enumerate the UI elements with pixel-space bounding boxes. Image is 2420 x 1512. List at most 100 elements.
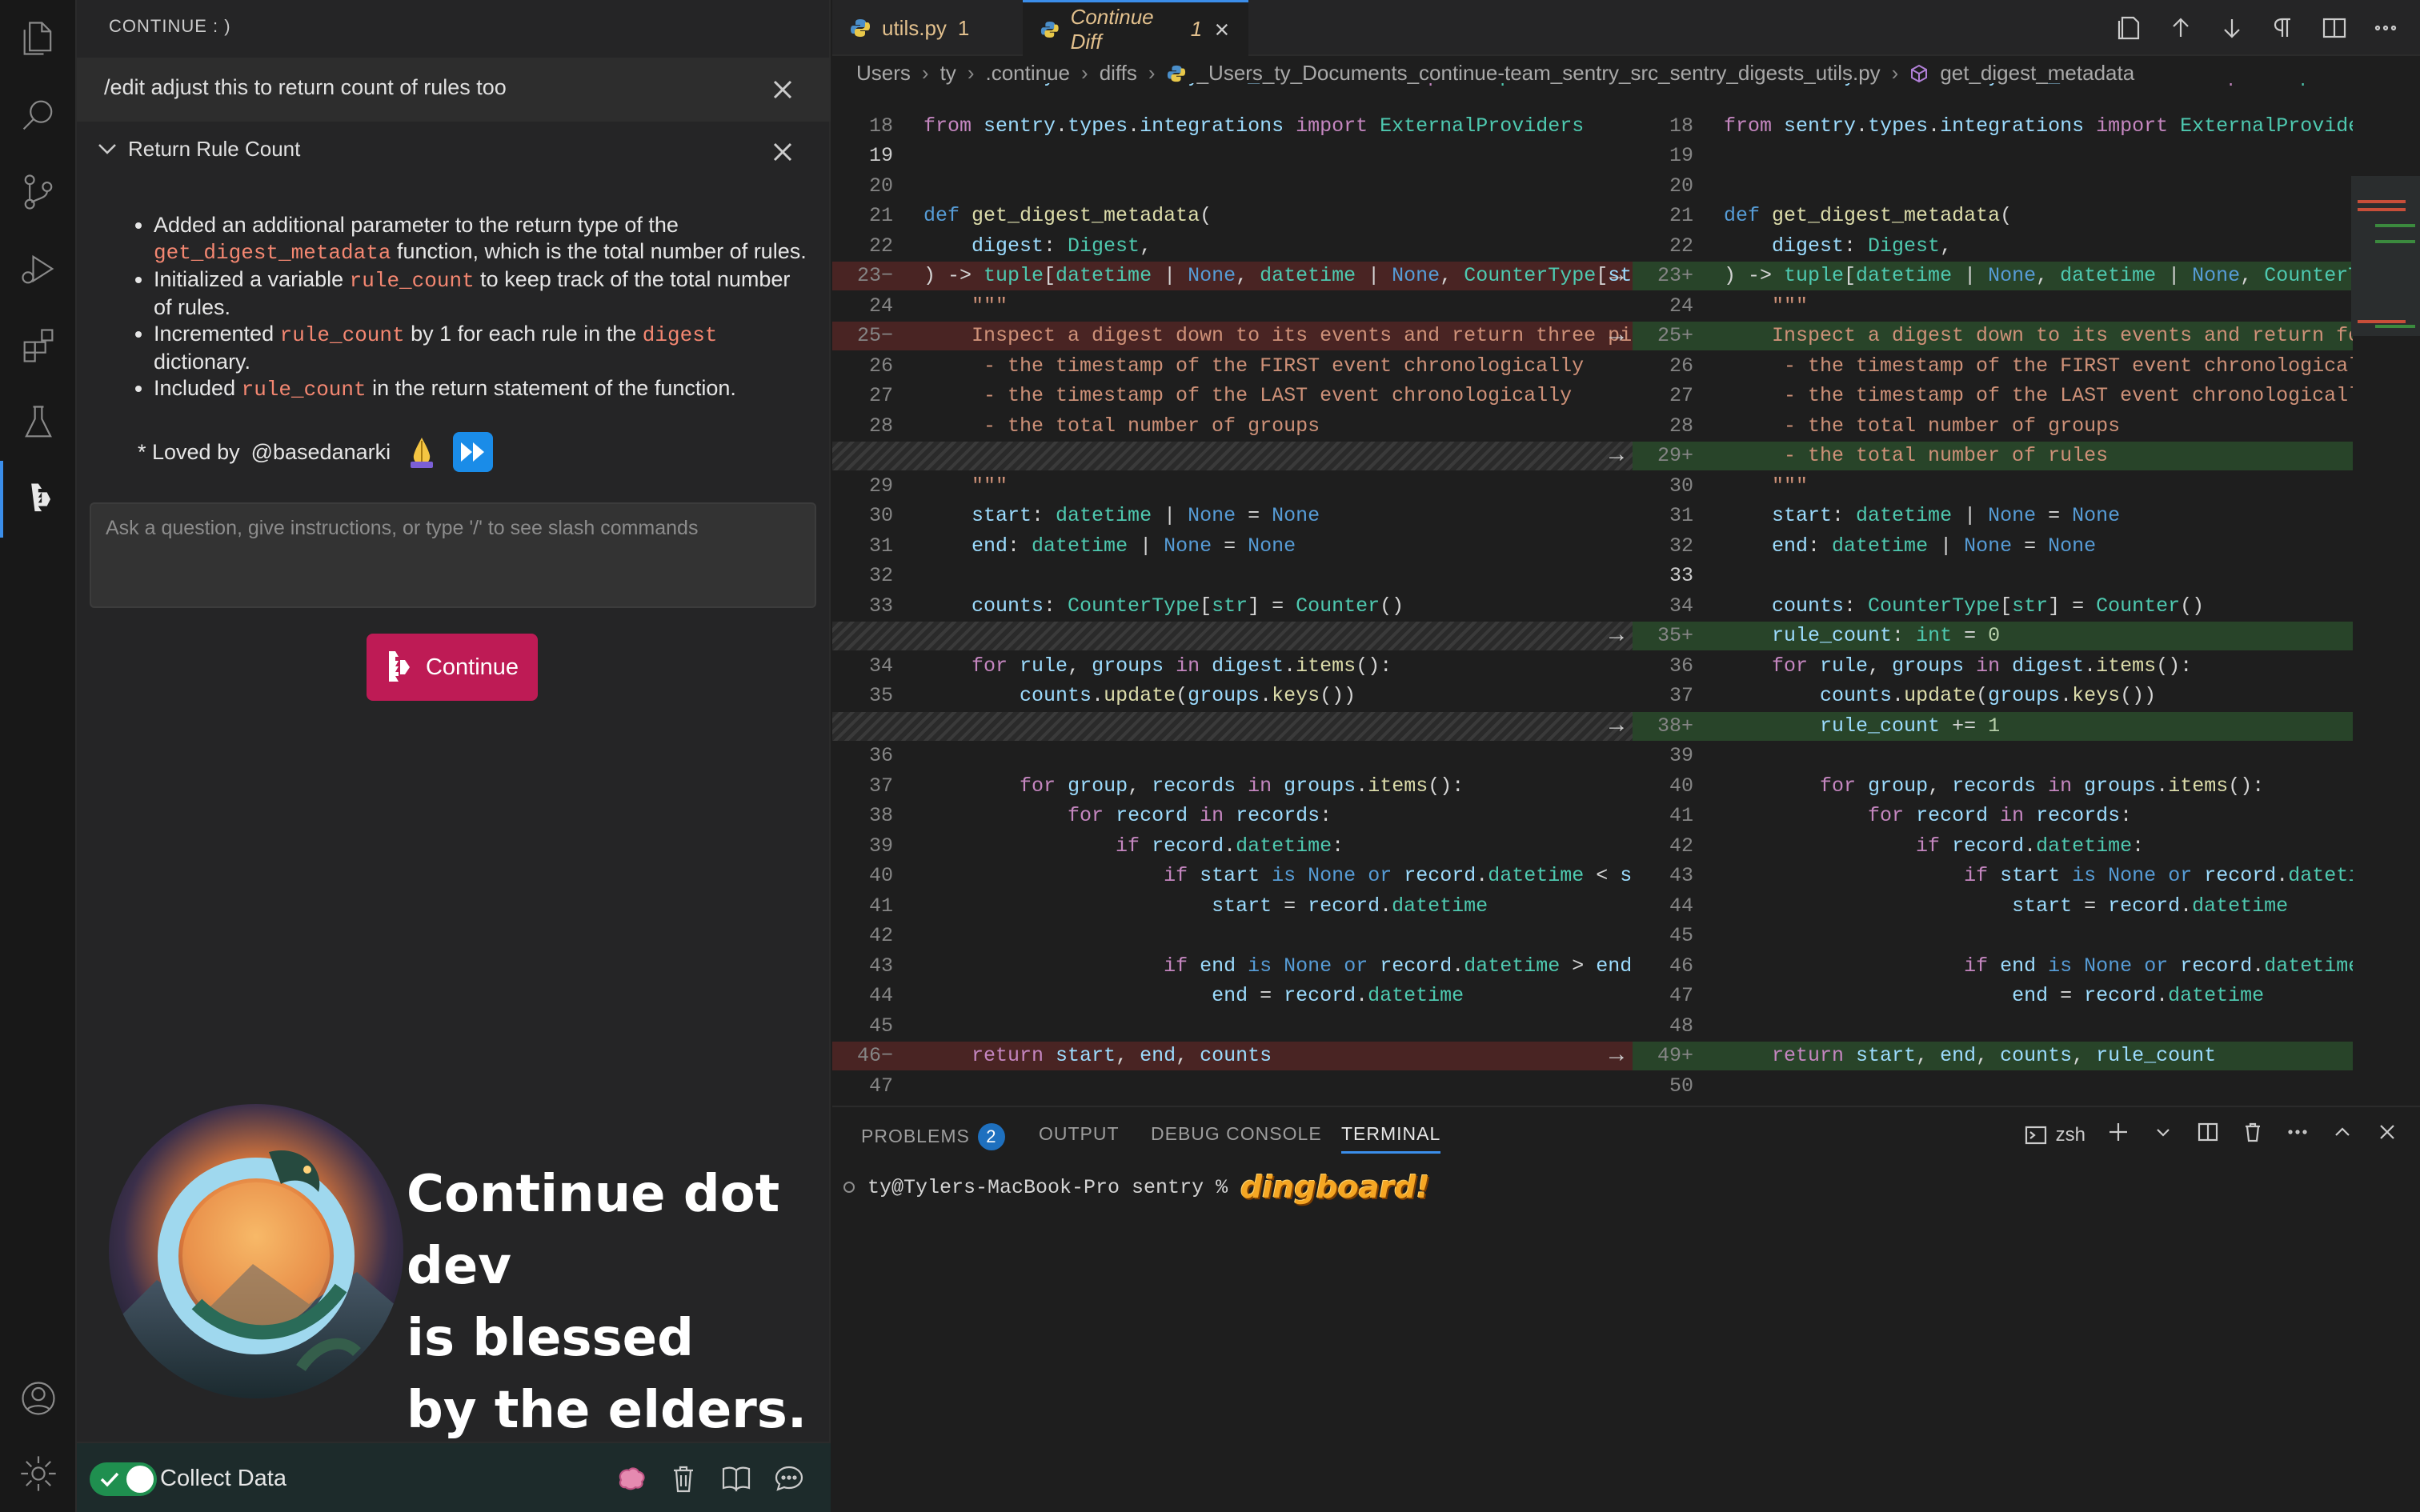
close-summary-icon[interactable] — [768, 138, 797, 166]
code-line[interactable]: 21 def get_digest_metadata( — [1633, 202, 2353, 230]
code-line[interactable]: 35+ rule_count: int = 0 — [1633, 622, 2353, 650]
breadcrumb-item[interactable]: .continue — [985, 61, 1070, 86]
testing-icon[interactable] — [0, 384, 77, 461]
code-line[interactable]: 18 from sentry.types.integrations import … — [1633, 112, 2353, 141]
code-line[interactable]: 26 - the timestamp of the FIRST event ch… — [1633, 352, 2353, 381]
code-line[interactable]: 28 - the total number of groups — [832, 412, 1633, 441]
revert-arrow-icon[interactable]: → — [1601, 1042, 1633, 1070]
breadcrumb-item[interactable]: ty — [940, 61, 956, 86]
code-line[interactable]: 47 — [832, 1072, 1633, 1101]
revert-arrow-icon[interactable]: → — [1601, 622, 1633, 650]
breadcrumb-item[interactable]: _Users_ty_Documents_continue-team_sentry… — [1197, 61, 1881, 86]
tab-problems[interactable]: PROBLEMS 2 — [861, 1123, 1005, 1150]
code-line[interactable]: 23−) -> tuple[datetime | None, datetime … — [832, 262, 1633, 290]
diff-spacer[interactable] — [832, 711, 1633, 741]
code-line[interactable]: 27 - the timestamp of the LAST event chr… — [832, 382, 1633, 410]
code-line[interactable]: 42 — [832, 922, 1633, 950]
open-changes-icon[interactable] — [2116, 14, 2143, 42]
breadcrumb-item[interactable]: diffs — [1100, 61, 1137, 86]
split-editor-icon[interactable] — [2321, 14, 2348, 42]
code-line[interactable]: 36 — [832, 742, 1633, 770]
close-tab-icon[interactable] — [1213, 20, 1231, 39]
code-line[interactable]: 23+) -> tuple[datetime | None, datetime … — [1633, 262, 2353, 290]
account-icon[interactable] — [0, 1360, 77, 1437]
code-line[interactable]: 41 start = record.datetime — [832, 892, 1633, 921]
code-line[interactable]: 44 start = record.datetime — [1633, 892, 2353, 921]
arrow-down-icon[interactable] — [2218, 14, 2246, 42]
more-actions-icon[interactable] — [2372, 14, 2399, 42]
code-line[interactable]: 24 """ — [1633, 292, 2353, 321]
code-line[interactable]: 32 — [832, 562, 1633, 590]
new-terminal-icon[interactable] — [2106, 1120, 2130, 1150]
extensions-icon[interactable] — [0, 307, 77, 384]
continue-icon[interactable] — [0, 461, 77, 538]
run-debug-icon[interactable] — [0, 230, 77, 307]
code-line[interactable]: 43 if end is None or record.datetime > e… — [832, 952, 1633, 981]
code-line[interactable]: 24 """ — [832, 292, 1633, 321]
tab-output[interactable]: OUTPUT — [1039, 1123, 1120, 1145]
code-line[interactable]: 33 counts: CounterType[str] = Counter() — [832, 592, 1633, 621]
code-line[interactable]: 34 counts: CounterType[str] = Counter() — [1633, 592, 2353, 621]
diff-spacer[interactable] — [832, 442, 1633, 470]
code-line[interactable]: 44 end = record.datetime — [832, 982, 1633, 1010]
source-control-icon[interactable] — [0, 154, 77, 230]
code-line[interactable]: 46− return start, end, counts — [832, 1042, 1633, 1070]
diff-modified-pane[interactable]: 17from sentry.services.hybrid_cloud.acto… — [1633, 83, 2353, 1104]
terminal-profile[interactable]: zsh — [2024, 1123, 2085, 1147]
code-line[interactable]: 18 from sentry.types.integrations import … — [832, 112, 1633, 141]
tab-utils-py[interactable]: utils.py 1 — [832, 0, 1021, 56]
code-line[interactable]: 31 end: datetime | None = None — [832, 532, 1633, 561]
code-line[interactable]: 28 - the total number of groups — [1633, 412, 2353, 441]
code-line[interactable]: 25+ Inspect a digest down to its events … — [1633, 322, 2353, 350]
overview-ruler[interactable] — [2351, 176, 2420, 336]
trash-icon[interactable] — [2241, 1120, 2265, 1150]
close-icon[interactable] — [768, 75, 797, 104]
revert-arrow-icon[interactable]: → — [1601, 322, 1633, 350]
code-line[interactable]: 45 — [832, 1012, 1633, 1041]
code-line[interactable]: 40 for group, records in groups.items(): — [1633, 772, 2353, 801]
code-line[interactable]: 30 start: datetime | None = None — [832, 502, 1633, 530]
code-line[interactable]: 26 - the timestamp of the FIRST event ch… — [832, 352, 1633, 381]
code-line[interactable]: 20 — [1633, 172, 2353, 201]
maximize-panel-icon[interactable] — [2330, 1120, 2354, 1150]
close-panel-icon[interactable] — [2375, 1120, 2399, 1150]
edit-command-row[interactable]: /edit adjust this to return count of rul… — [77, 58, 831, 122]
code-line[interactable]: 31 start: datetime | None = None — [1633, 502, 2353, 530]
code-line[interactable]: 51 — [1633, 1102, 2353, 1104]
code-line[interactable]: 22 digest: Digest, — [832, 232, 1633, 261]
continue-button[interactable]: Continue — [367, 634, 538, 701]
code-line[interactable]: 19 — [1633, 142, 2353, 170]
explorer-icon[interactable] — [0, 0, 77, 77]
revert-arrow-icon[interactable]: → — [1601, 442, 1633, 470]
code-line[interactable]: 41 for record in records: — [1633, 802, 2353, 830]
code-line[interactable]: 20 — [832, 172, 1633, 201]
trash-icon[interactable] — [667, 1462, 699, 1494]
code-line[interactable]: 38+ rule_count += 1 — [1633, 711, 2353, 741]
split-terminal-icon[interactable] — [2196, 1120, 2220, 1150]
breadcrumb-item[interactable]: get_digest_metadata — [1940, 61, 2134, 86]
code-line[interactable]: 42 if record.datetime: — [1633, 832, 2353, 861]
code-line[interactable]: 17from sentry.services.hybrid_cloud.acto… — [1633, 83, 2353, 91]
code-line[interactable]: 48 — [832, 1102, 1633, 1104]
code-line[interactable]: 22 digest: Digest, — [1633, 232, 2353, 261]
code-line[interactable]: 25− Inspect a digest down to its events … — [832, 322, 1633, 350]
tab-continue-diff[interactable]: Continue Diff 1 — [1023, 0, 1248, 56]
code-line[interactable]: 32 end: datetime | None = None — [1633, 532, 2353, 561]
code-line[interactable]: 17from sentry.services.hybrid_cloud.acto… — [832, 83, 1633, 91]
code-line[interactable]: 50 — [1633, 1072, 2353, 1101]
code-line[interactable]: 39 — [1633, 742, 2353, 770]
code-line[interactable]: 19 — [832, 142, 1633, 170]
code-line[interactable]: 29 """ — [832, 472, 1633, 501]
code-line[interactable]: 35 counts.update(groups.keys()) — [832, 682, 1633, 710]
code-line[interactable]: 30 """ — [1633, 472, 2353, 501]
breadcrumb-item[interactable]: Users — [856, 61, 911, 86]
chevron-down-icon[interactable] — [2151, 1120, 2175, 1150]
diff-original-pane[interactable]: 17from sentry.services.hybrid_cloud.acto… — [832, 83, 1633, 1104]
code-line[interactable]: 45 — [1633, 922, 2353, 950]
code-line[interactable]: 36 for rule, groups in digest.items(): — [1633, 652, 2353, 681]
code-line[interactable]: 40 if start is None or record.datetime <… — [832, 862, 1633, 890]
code-line[interactable]: 37 counts.update(groups.keys()) — [1633, 682, 2353, 710]
chat-input[interactable]: Ask a question, give instructions, or ty… — [90, 502, 816, 608]
collect-data-toggle[interactable] — [90, 1462, 157, 1496]
revert-arrow-icon[interactable]: → — [1601, 712, 1633, 741]
